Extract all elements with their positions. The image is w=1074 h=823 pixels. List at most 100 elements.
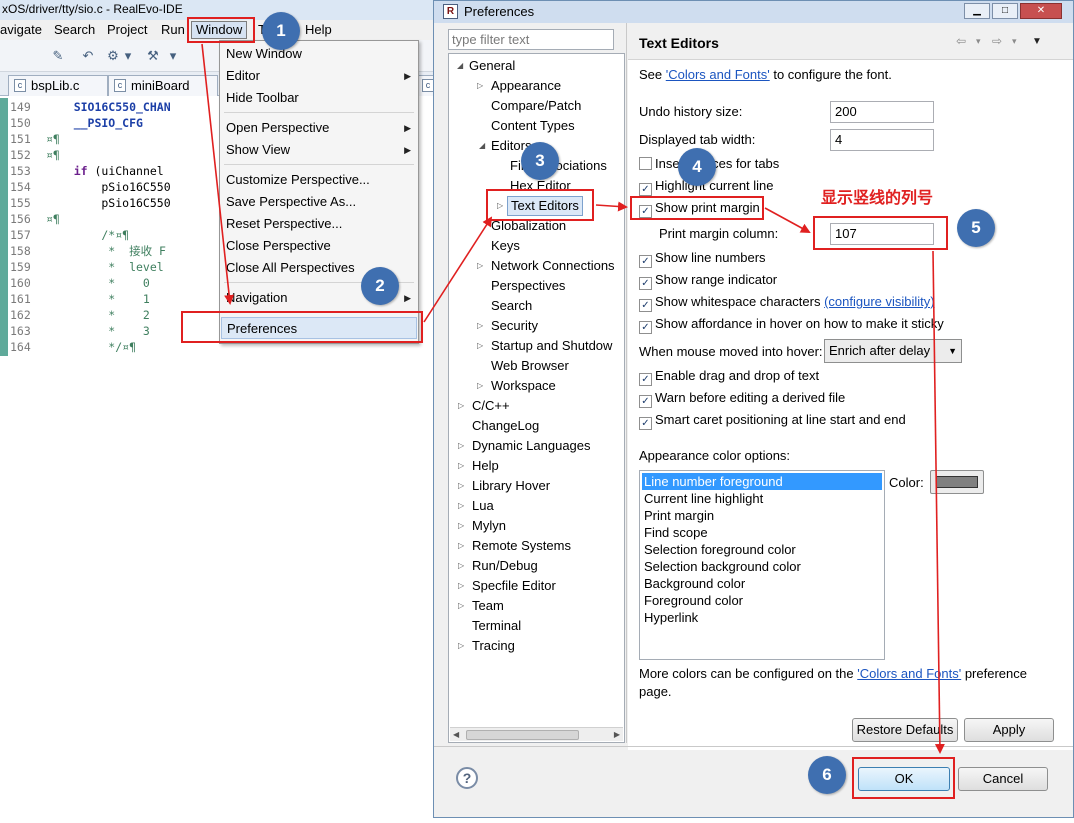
drag-drop-checkbox[interactable]: ✓ (639, 373, 652, 386)
minimize-icon[interactable]: ▁ (964, 3, 990, 19)
drag-drop-option[interactable]: ✓ Enable drag and drop of text (639, 367, 819, 386)
collapsed-arrow-icon[interactable]: ▷ (477, 316, 483, 336)
tree-item-specfile-editor[interactable]: ▷ Specfile Editor (458, 576, 556, 596)
hover-mode-select[interactable]: Enrich after delay ▼ (824, 339, 962, 363)
tree-item-library-hover[interactable]: ▷ Library Hover (458, 476, 550, 496)
collapsed-arrow-icon[interactable]: ▷ (477, 336, 483, 356)
menu-item-new-window[interactable]: New Window (221, 43, 417, 65)
collapsed-arrow-icon[interactable]: ▷ (458, 496, 464, 516)
tree-item-run-debug[interactable]: ▷ Run/Debug (458, 556, 538, 576)
tree-item-keys[interactable]: Keys (491, 236, 520, 256)
color-option[interactable]: Hyperlink (642, 609, 882, 626)
tree-item-terminal[interactable]: Terminal (472, 616, 521, 636)
scroll-left-icon[interactable]: ◀ (453, 728, 459, 741)
tree-item-web-browser[interactable]: Web Browser (491, 356, 569, 376)
collapsed-arrow-icon[interactable]: ▷ (458, 596, 464, 616)
close-icon[interactable]: ✕ (1020, 3, 1062, 19)
collapsed-arrow-icon[interactable]: ▷ (458, 556, 464, 576)
tree-horizontal-scrollbar[interactable]: ◀ ▶ (450, 727, 623, 741)
color-picker-button[interactable] (930, 470, 984, 494)
warn-derived-checkbox[interactable]: ✓ (639, 395, 652, 408)
undo-icon[interactable]: ↶ (80, 48, 96, 64)
back-menu-icon[interactable]: ▾ (976, 36, 981, 47)
color-option[interactable]: Selection foreground color (642, 541, 882, 558)
color-option[interactable]: Background color (642, 575, 882, 592)
pane-divider[interactable] (626, 23, 627, 743)
collapsed-arrow-icon[interactable]: ▷ (458, 576, 464, 596)
dropdown-icon[interactable]: ▾ (165, 48, 181, 64)
scrollbar-thumb[interactable] (466, 730, 579, 740)
menu-item-reset-perspective[interactable]: Reset Perspective... (221, 213, 417, 235)
view-menu-icon[interactable]: ▼ (1032, 36, 1042, 47)
tools-icon[interactable]: ⚒ (145, 48, 161, 64)
tree-item-lua[interactable]: ▷ Lua (458, 496, 494, 516)
dropdown-icon[interactable]: ▾ (120, 48, 136, 64)
tree-item-perspectives[interactable]: Perspectives (491, 276, 565, 296)
forward-icon[interactable]: ⇨ (992, 34, 1002, 48)
expanded-arrow-icon[interactable]: ◢ (457, 56, 463, 76)
tree-item-remote-systems[interactable]: ▷ Remote Systems (458, 536, 571, 556)
tree-item-help[interactable]: ▷ Help (458, 456, 499, 476)
back-icon[interactable]: ⇦ (956, 34, 966, 48)
menu-run[interactable]: Run (161, 20, 185, 40)
cancel-button[interactable]: Cancel (958, 767, 1048, 791)
tree-item-appearance[interactable]: ▷ Appearance (477, 76, 561, 96)
tree-item-team[interactable]: ▷ Team (458, 596, 504, 616)
tree-item-compare-patch[interactable]: Compare/Patch (491, 96, 581, 116)
tree-item-tracing[interactable]: ▷ Tracing (458, 636, 515, 656)
tree-item-startup-shutdown[interactable]: ▷ Startup and Shutdow (477, 336, 612, 356)
colors-fonts-link[interactable]: 'Colors and Fonts' (857, 666, 961, 681)
tree-item-dynamic-languages[interactable]: ▷ Dynamic Languages (458, 436, 591, 456)
configure-visibility-link[interactable]: (configure visibility) (824, 294, 935, 309)
show-line-numbers-checkbox[interactable]: ✓ (639, 255, 652, 268)
scroll-right-icon[interactable]: ▶ (614, 728, 620, 741)
menu-item-save-perspective-as[interactable]: Save Perspective As... (221, 191, 417, 213)
color-option[interactable]: Foreground color (642, 592, 882, 609)
menu-search[interactable]: Search (54, 20, 95, 40)
highlight-line-checkbox[interactable]: ✓ (639, 183, 652, 196)
menu-project[interactable]: Project (107, 20, 147, 40)
maximize-icon[interactable]: □ (992, 3, 1018, 19)
collapsed-arrow-icon[interactable]: ▷ (458, 396, 464, 416)
collapsed-arrow-icon[interactable]: ▷ (458, 476, 464, 496)
collapsed-arrow-icon[interactable]: ▷ (458, 516, 464, 536)
color-option[interactable]: Selection background color (642, 558, 882, 575)
menu-item-close-perspective[interactable]: Close Perspective (221, 235, 417, 257)
tab-miniboard[interactable]: c miniBoard (108, 75, 218, 96)
tree-item-network-connections[interactable]: ▷ Network Connections (477, 256, 615, 276)
tree-item-changelog[interactable]: ChangeLog (472, 416, 539, 436)
show-line-numbers-option[interactable]: ✓ Show line numbers (639, 249, 766, 268)
show-whitespace-option[interactable]: ✓ Show whitespace characters (configure v… (639, 293, 935, 312)
menu-navigate[interactable]: avigate (0, 20, 42, 40)
tree-item-workspace[interactable]: ▷ Workspace (477, 376, 556, 396)
help-icon[interactable]: ? (456, 767, 478, 789)
smart-caret-option[interactable]: ✓ Smart caret positioning at line start a… (639, 411, 906, 430)
color-option[interactable]: Current line highlight (642, 490, 882, 507)
pin-icon[interactable]: ✎ (50, 48, 66, 64)
forward-menu-icon[interactable]: ▾ (1012, 36, 1017, 47)
tree-item-security[interactable]: ▷ Security (477, 316, 538, 336)
build-icon[interactable]: ⚙ (105, 48, 121, 64)
expanded-arrow-icon[interactable]: ◢ (479, 136, 485, 156)
show-whitespace-checkbox[interactable]: ✓ (639, 299, 652, 312)
show-affordance-option[interactable]: ✓ Show affordance in hover on how to make… (639, 315, 944, 334)
tree-item-content-types[interactable]: Content Types (491, 116, 575, 136)
collapsed-arrow-icon[interactable]: ▷ (477, 76, 483, 96)
collapsed-arrow-icon[interactable]: ▷ (458, 436, 464, 456)
tree-item-mylyn[interactable]: ▷ Mylyn (458, 516, 506, 536)
smart-caret-checkbox[interactable]: ✓ (639, 417, 652, 430)
tree-item-search[interactable]: Search (491, 296, 532, 316)
menu-item-editor[interactable]: Editor ▶ (221, 65, 417, 87)
menu-item-open-perspective[interactable]: Open Perspective ▶ (221, 117, 417, 139)
insert-spaces-checkbox[interactable] (639, 157, 652, 170)
restore-defaults-button[interactable]: Restore Defaults (852, 718, 958, 742)
color-option[interactable]: Find scope (642, 524, 882, 541)
appearance-color-list[interactable]: Line number foreground Current line high… (639, 470, 885, 660)
collapsed-arrow-icon[interactable]: ▷ (477, 256, 483, 276)
menu-item-show-view[interactable]: Show View ▶ (221, 139, 417, 161)
tree-item-general[interactable]: ◢ General (457, 56, 515, 76)
tab-width-input[interactable]: 4 (830, 129, 934, 151)
menu-item-hide-toolbar[interactable]: Hide Toolbar (221, 87, 417, 109)
menu-help[interactable]: Help (305, 20, 332, 40)
collapsed-arrow-icon[interactable]: ▷ (458, 536, 464, 556)
